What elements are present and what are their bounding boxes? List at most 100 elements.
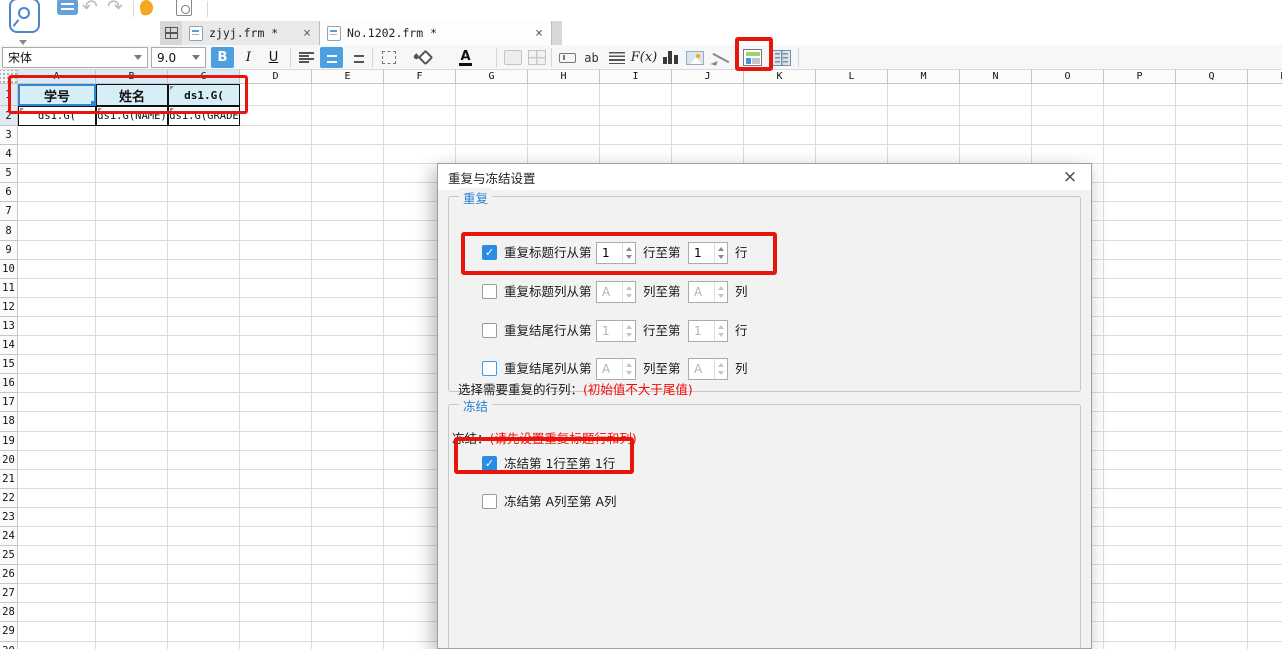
cell-B13[interactable] — [96, 316, 168, 337]
cell-E24[interactable] — [312, 526, 384, 547]
cell-P14[interactable] — [1104, 336, 1176, 356]
cell-E22[interactable] — [312, 488, 384, 508]
cell-B12[interactable] — [96, 297, 168, 317]
cell-E8[interactable] — [312, 221, 384, 241]
repeat-row-1-checkbox[interactable] — [482, 284, 497, 299]
cell-D2[interactable] — [240, 106, 312, 126]
cell-N2[interactable] — [960, 106, 1032, 126]
cell-R2[interactable] — [1248, 106, 1282, 126]
cell-P21[interactable] — [1104, 469, 1176, 489]
cell-O2[interactable] — [1032, 106, 1104, 126]
cell-J4[interactable] — [672, 145, 744, 165]
cell-D3[interactable] — [240, 126, 312, 146]
cell-E1[interactable] — [312, 84, 384, 106]
cell-A28[interactable] — [18, 603, 96, 623]
repeat-row-1-from-spinner[interactable]: A — [596, 281, 636, 303]
cell-Q12[interactable] — [1176, 297, 1248, 317]
row-header-8[interactable]: 8 — [0, 221, 18, 241]
cell-D8[interactable] — [240, 221, 312, 241]
cell-I1[interactable] — [600, 84, 672, 106]
cell-C17[interactable] — [168, 393, 240, 413]
app-logo[interactable] — [9, 0, 40, 33]
cell-P2[interactable] — [1104, 106, 1176, 126]
cell-A25[interactable] — [18, 546, 96, 566]
cell-A13[interactable] — [18, 316, 96, 337]
cell-D9[interactable] — [240, 240, 312, 260]
repeat-row-0-checkbox[interactable]: ✓ — [482, 245, 497, 260]
cell-C24[interactable] — [168, 526, 240, 547]
cell-C22[interactable] — [168, 488, 240, 508]
cell-Q29[interactable] — [1176, 622, 1248, 642]
cell-Q7[interactable] — [1176, 202, 1248, 222]
cell-I3[interactable] — [600, 126, 672, 146]
cell-E18[interactable] — [312, 412, 384, 432]
spinner-up-icon[interactable] — [718, 325, 724, 329]
cell-E11[interactable] — [312, 278, 384, 298]
cell-R23[interactable] — [1248, 508, 1282, 527]
tips-lamp-icon[interactable] — [138, 0, 155, 17]
column-header-B[interactable]: B — [96, 70, 168, 84]
cell-B1[interactable]: 姓名 — [96, 84, 168, 106]
spinner-up-icon[interactable] — [626, 325, 632, 329]
cell-A14[interactable] — [18, 336, 96, 356]
cell-C10[interactable] — [168, 259, 240, 279]
repeat-row-3-from-spinner[interactable]: A — [596, 358, 636, 380]
cell-D30[interactable] — [240, 641, 312, 649]
fill-color-dropdown[interactable] — [438, 47, 450, 68]
cell-G3[interactable] — [456, 126, 528, 146]
redo-icon[interactable]: ↷ — [107, 0, 123, 18]
cell-E9[interactable] — [312, 240, 384, 260]
cell-I2[interactable] — [600, 106, 672, 126]
cell-C19[interactable] — [168, 431, 240, 451]
cell-A24[interactable] — [18, 526, 96, 547]
cell-L1[interactable] — [816, 84, 888, 106]
row-header-15[interactable]: 15 — [0, 355, 18, 375]
cell-P20[interactable] — [1104, 450, 1176, 470]
cell-B16[interactable] — [96, 374, 168, 394]
cell-B7[interactable] — [96, 202, 168, 222]
cell-B8[interactable] — [96, 221, 168, 241]
cell-P23[interactable] — [1104, 507, 1176, 527]
cell-L4[interactable] — [816, 145, 888, 165]
cell-Q8[interactable] — [1176, 221, 1248, 241]
cell-E2[interactable] — [312, 106, 384, 126]
cell-B10[interactable] — [96, 259, 168, 279]
row-header-19[interactable]: 19 — [0, 431, 18, 451]
cell-B24[interactable] — [96, 526, 168, 547]
cell-C14[interactable] — [168, 336, 240, 356]
cell-D13[interactable] — [240, 316, 312, 337]
repeat-row-0-from-spinner[interactable]: 1 — [596, 242, 636, 264]
cell-A7[interactable] — [18, 202, 96, 222]
cell-P7[interactable] — [1104, 202, 1176, 222]
cell-A16[interactable] — [18, 374, 96, 394]
cell-A5[interactable] — [18, 164, 96, 184]
column-header-G[interactable]: G — [456, 70, 528, 84]
cell-B11[interactable] — [96, 278, 168, 298]
row-header-23[interactable]: 23 — [0, 507, 18, 527]
cell-B14[interactable] — [96, 336, 168, 356]
cell-D29[interactable] — [240, 622, 312, 642]
column-header-K[interactable]: K — [744, 70, 816, 84]
cell-R16[interactable] — [1248, 374, 1282, 394]
preview-icon[interactable] — [176, 0, 192, 17]
row-header-12[interactable]: 12 — [0, 297, 18, 317]
cell-P10[interactable] — [1104, 259, 1176, 279]
row-header-3[interactable]: 3 — [0, 126, 18, 146]
fill-color-button[interactable] — [414, 47, 437, 68]
template-grid-icon[interactable] — [160, 21, 182, 45]
cell-R15[interactable] — [1248, 355, 1282, 375]
tab-zjyj-frm[interactable]: zjyj.frm * × — [182, 21, 320, 45]
cell-R12[interactable] — [1248, 298, 1282, 317]
column-header-H[interactable]: H — [528, 70, 600, 84]
cell-C20[interactable] — [168, 450, 240, 470]
cell-J1[interactable] — [672, 84, 744, 106]
cell-Q13[interactable] — [1176, 316, 1248, 337]
cell-B29[interactable] — [96, 622, 168, 642]
cell-N3[interactable] — [960, 126, 1032, 146]
cell-N1[interactable] — [960, 84, 1032, 106]
row-header-16[interactable]: 16 — [0, 374, 18, 394]
cell-J3[interactable] — [672, 126, 744, 146]
cell-P5[interactable] — [1104, 164, 1176, 184]
cell-E28[interactable] — [312, 603, 384, 623]
repeat-row-3-to-spinner[interactable]: A — [688, 358, 728, 380]
